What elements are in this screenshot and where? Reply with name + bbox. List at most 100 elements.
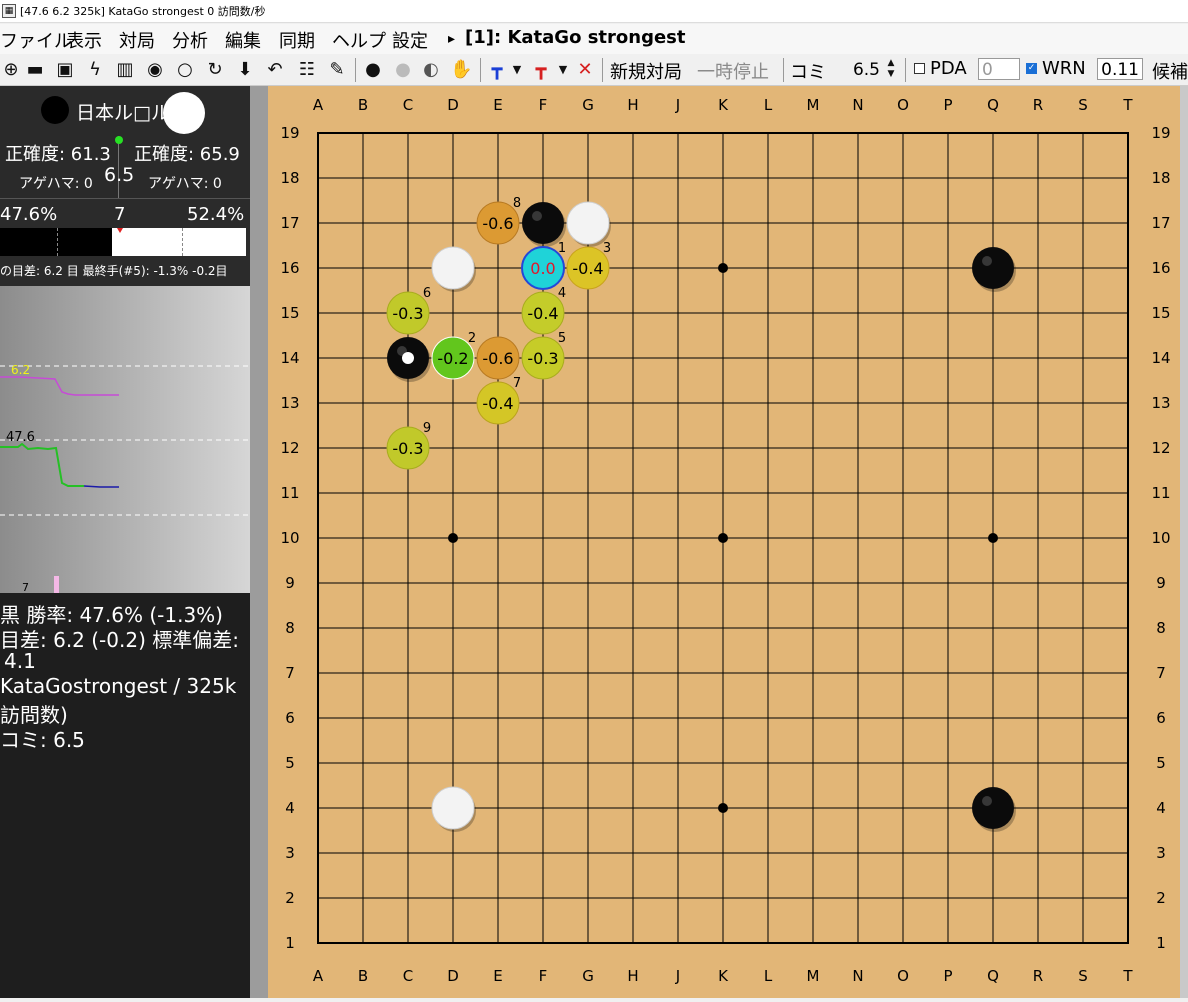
- close-icon[interactable]: ✕: [574, 58, 596, 82]
- menu-game[interactable]: 対局: [119, 27, 155, 53]
- column-label-top: J: [675, 96, 680, 114]
- row-label-right: 7: [1156, 664, 1166, 682]
- pda-checkbox[interactable]: [914, 63, 925, 74]
- brush-icon[interactable]: ✎: [326, 58, 348, 82]
- row-label-left: 13: [280, 394, 299, 412]
- pause-button[interactable]: 一時停止: [697, 58, 769, 84]
- save-icon[interactable]: ▣: [54, 58, 76, 82]
- mixed-stones-icon[interactable]: ◐: [420, 58, 442, 82]
- black-stone-icon[interactable]: ●: [362, 58, 384, 82]
- menu-analysis[interactable]: 分析: [172, 27, 208, 53]
- go-board[interactable]: A A B B C C D D E E F F G G H H J J K K L L M M N N O O P P Q Q R R S S T T 19…: [268, 86, 1180, 998]
- flash-icon[interactable]: ϟ: [84, 58, 106, 82]
- row-label-left: 14: [280, 349, 299, 367]
- candidate-value: -0.6: [482, 214, 513, 233]
- row-label-left: 3: [285, 844, 295, 862]
- blue-move-icon[interactable]: ┳: [486, 58, 508, 82]
- row-label-left: 7: [285, 664, 295, 682]
- row-label-right: 8: [1156, 619, 1166, 637]
- hand-icon[interactable]: ✋: [450, 58, 472, 82]
- column-label-top: B: [358, 96, 368, 114]
- row-label-right: 18: [1151, 169, 1170, 187]
- chevron-down-icon[interactable]: ▼: [552, 58, 574, 82]
- white-captures: アゲハマ: 0: [148, 176, 222, 192]
- move-bar: [54, 576, 59, 593]
- white-stone[interactable]: [566, 201, 610, 245]
- black-stone[interactable]: [522, 202, 564, 244]
- score-stat: 目差: 6.2 (-0.2) 標準偏差:: [0, 628, 239, 652]
- row-label-right: 14: [1151, 349, 1170, 367]
- wrn-input[interactable]: 0.11: [1097, 58, 1143, 80]
- row-label-right: 2: [1156, 889, 1166, 907]
- row-label-right: 3: [1156, 844, 1166, 862]
- engine-stat: KataGostrongest / 325k: [0, 674, 237, 698]
- column-label-top: D: [447, 96, 459, 114]
- down-arrow-icon[interactable]: ⬇: [234, 58, 256, 82]
- score-label: 6.2: [11, 363, 30, 377]
- menu-view[interactable]: 表示: [66, 27, 102, 53]
- menu-sync[interactable]: 同期: [279, 27, 315, 53]
- column-label-bottom: M: [807, 967, 820, 985]
- black-stone[interactable]: [972, 247, 1014, 289]
- candidates-label[interactable]: 候補: [1152, 58, 1188, 84]
- sliders-icon[interactable]: ☷: [296, 58, 318, 82]
- menu-settings[interactable]: 設定: [392, 27, 428, 53]
- winrate-panel: 47.6% 7 52.4% の目差: 6.2 目 最終手(#5): -1.3% …: [0, 198, 250, 286]
- white-stone-icon[interactable]: ●: [392, 58, 414, 82]
- black-stone[interactable]: [972, 787, 1014, 829]
- red-move-icon[interactable]: ┳: [530, 58, 552, 82]
- panel-divider[interactable]: [250, 86, 268, 998]
- white-stone[interactable]: [431, 786, 475, 830]
- pda-input[interactable]: 0: [978, 58, 1020, 80]
- circle-icon[interactable]: ○: [174, 58, 196, 82]
- wrn-checkbox[interactable]: ✓: [1026, 63, 1037, 74]
- candidate-rank: 6: [423, 286, 431, 301]
- star-point: [718, 803, 728, 813]
- graph-icon[interactable]: ▥: [114, 58, 136, 82]
- candidate-value: -0.6: [482, 349, 513, 368]
- candidate-value: -0.3: [392, 304, 423, 323]
- winrate-label: 47.6: [6, 430, 35, 445]
- graph-move-label: 7: [22, 581, 29, 593]
- menu-edit[interactable]: 編集: [225, 27, 261, 53]
- row-label-right: 10: [1151, 529, 1170, 547]
- column-label-top: M: [807, 96, 820, 114]
- row-label-right: 4: [1156, 799, 1166, 817]
- row-label-left: 10: [280, 529, 299, 547]
- column-label-top: K: [718, 96, 729, 114]
- row-label-right: 9: [1156, 574, 1166, 592]
- toolbar-separator: [602, 58, 603, 82]
- turn-indicator: [115, 136, 123, 144]
- open-file-icon[interactable]: ▬: [24, 58, 46, 82]
- rule-label: 日本ル□ル: [76, 102, 170, 124]
- white-stone[interactable]: [431, 246, 475, 290]
- engine-selector[interactable]: [1]: KataGo strongest: [465, 27, 685, 48]
- new-game-button[interactable]: 新規対局: [610, 58, 682, 84]
- analysis-icon[interactable]: ◉: [144, 58, 166, 82]
- column-label-top: S: [1078, 96, 1088, 114]
- row-label-left: 19: [280, 124, 299, 142]
- menu-help[interactable]: ヘルプ: [332, 27, 386, 53]
- column-label-top: E: [493, 96, 502, 114]
- komi-stepper[interactable]: ▲ ▼: [884, 58, 898, 82]
- column-label-bottom: K: [718, 967, 729, 985]
- title-bar: ▦ [47.6 6.2 325k] KataGo strongest 0 訪問数…: [0, 0, 1188, 23]
- column-label-bottom: A: [313, 967, 324, 985]
- new-game-icon[interactable]: ⊕: [0, 58, 22, 82]
- candidate-rank: 9: [423, 421, 431, 436]
- play-arrow-icon[interactable]: ▸: [448, 31, 455, 47]
- menu-file[interactable]: ファイル: [0, 27, 72, 53]
- row-label-left: 4: [285, 799, 295, 817]
- komi-input[interactable]: 6.5: [836, 58, 884, 80]
- star-point: [718, 263, 728, 273]
- row-label-left: 2: [285, 889, 295, 907]
- toolbar-separator: [355, 58, 356, 82]
- toolbar-separator: [480, 58, 481, 82]
- column-label-bottom: O: [897, 967, 909, 985]
- row-label-right: 13: [1151, 394, 1170, 412]
- chevron-down-icon[interactable]: ▼: [506, 58, 528, 82]
- undo-icon[interactable]: ↶: [264, 58, 286, 82]
- sync-icon[interactable]: ↻: [204, 58, 226, 82]
- row-label-left: 18: [280, 169, 299, 187]
- candidate-value: -0.4: [527, 304, 558, 323]
